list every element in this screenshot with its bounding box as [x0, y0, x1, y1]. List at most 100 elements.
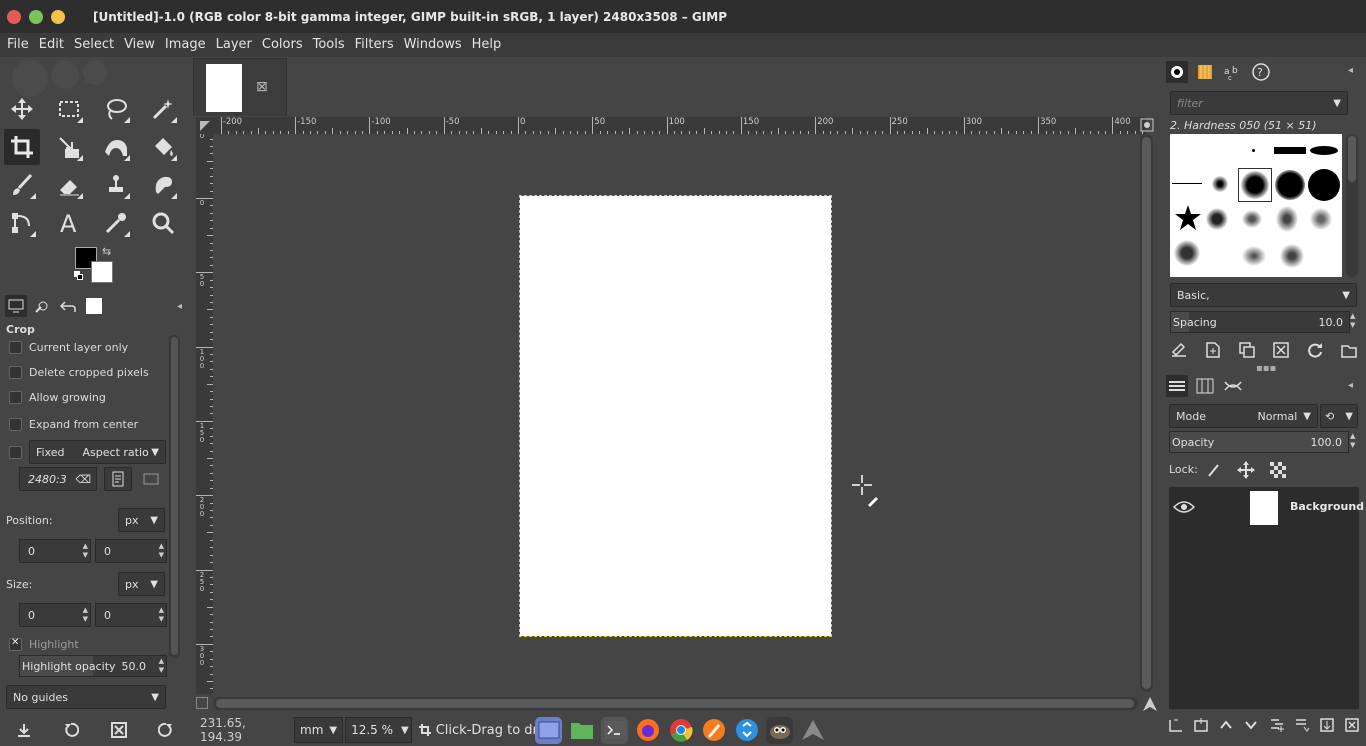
- tab-channels[interactable]: [1194, 375, 1216, 397]
- arch-app[interactable]: [799, 717, 826, 744]
- lock-alpha-icon[interactable]: [1270, 462, 1286, 478]
- menu-file[interactable]: File: [2, 33, 34, 57]
- brush-grid[interactable]: [1170, 134, 1342, 277]
- highlight-opacity-slider[interactable]: Highlight opacity 50.0 ▲ ▼: [19, 655, 167, 677]
- fixed-aspect-combo[interactable]: Fixed Aspect ratio ▼: [29, 440, 166, 464]
- lock-pixels-icon[interactable]: [1206, 462, 1222, 478]
- new-brush-button[interactable]: [1204, 341, 1222, 359]
- landscape-button[interactable]: [139, 467, 165, 491]
- configure-tab-icon[interactable]: ◂: [177, 301, 182, 312]
- tab-device-status[interactable]: [31, 295, 53, 317]
- menu-edit[interactable]: Edit: [34, 33, 69, 57]
- portrait-button[interactable]: [104, 467, 132, 491]
- color-picker-tool[interactable]: [98, 205, 134, 241]
- tab-undo-history[interactable]: [57, 295, 79, 317]
- crop-tool[interactable]: [4, 129, 40, 165]
- files-app[interactable]: [568, 717, 595, 744]
- transform-tool[interactable]: [51, 129, 87, 165]
- fuzzy-select-tool[interactable]: [145, 91, 181, 127]
- zoom-combo[interactable]: 12.5 % ▼: [345, 717, 412, 743]
- image-page[interactable]: [519, 195, 832, 637]
- configure-tab-icon[interactable]: ◂: [1348, 65, 1353, 76]
- firefox-app[interactable]: [634, 717, 661, 744]
- size-width-input[interactable]: 0 ▲ ▼: [19, 603, 91, 627]
- canvas[interactable]: [213, 134, 1138, 694]
- guides-combo[interactable]: No guides ▼: [6, 685, 166, 709]
- zoom-fit-icon[interactable]: [1140, 118, 1154, 132]
- unit-combo[interactable]: mm ▼: [294, 717, 344, 743]
- reset-options-button[interactable]: [158, 722, 174, 738]
- position-x-input[interactable]: 0 ▲ ▼: [19, 539, 91, 563]
- move-tool[interactable]: [4, 91, 40, 127]
- zoom-tool[interactable]: [145, 205, 181, 241]
- new-layer-group-button[interactable]: [1168, 717, 1184, 733]
- menu-filters[interactable]: Filters: [350, 33, 399, 57]
- image-tab[interactable]: ⊠: [193, 58, 287, 116]
- default-colors-icon[interactable]: [74, 271, 83, 280]
- bucket-fill-tool[interactable]: [145, 129, 181, 165]
- delete-cropped-checkbox[interactable]: [9, 366, 22, 379]
- delete-layer-button[interactable]: [1344, 717, 1360, 733]
- menu-select[interactable]: Select: [69, 33, 119, 57]
- desktop-app[interactable]: [535, 716, 562, 744]
- tab-tool-options[interactable]: [5, 295, 27, 317]
- tab-paths[interactable]: [1222, 375, 1244, 397]
- edit-brush-button[interactable]: [1170, 341, 1188, 359]
- menu-tools[interactable]: Tools: [308, 33, 350, 57]
- layer-row-background[interactable]: Background: [1169, 489, 1364, 527]
- anchor-layer-button[interactable]: [1319, 717, 1335, 733]
- swap-colors-icon[interactable]: ⇆: [102, 245, 111, 258]
- gimp-app[interactable]: [766, 716, 793, 744]
- horizontal-scrollbar[interactable]: [213, 697, 1138, 710]
- lock-position-icon[interactable]: [1237, 461, 1255, 479]
- rect-select-tool[interactable]: [51, 91, 87, 127]
- tool-options-scrollbar[interactable]: [169, 335, 180, 658]
- quick-mask-icon[interactable]: [196, 697, 208, 709]
- clone-tool[interactable]: [98, 167, 134, 203]
- raise-layer-button[interactable]: [1218, 717, 1234, 733]
- clear-input-icon[interactable]: ⌫: [75, 473, 91, 486]
- tab-help[interactable]: ?: [1250, 61, 1272, 83]
- ratio-input[interactable]: 2480:3 ⌫: [19, 467, 97, 491]
- eraser-tool[interactable]: [51, 167, 87, 203]
- restore-options-button[interactable]: [63, 722, 80, 738]
- dock-separator-handle[interactable]: ▪▪▪: [1256, 363, 1276, 374]
- brush-grid-scrollbar[interactable]: [1346, 134, 1358, 277]
- background-color-swatch[interactable]: [91, 261, 113, 283]
- brush-preset-combo[interactable]: Basic, ▼: [1170, 283, 1357, 307]
- horizontal-ruler[interactable]: -200 -150 -100 -50 0 50 100 150 200 250 300 350 400: [213, 117, 1146, 134]
- tab-images[interactable]: [83, 295, 105, 317]
- position-unit-combo[interactable]: px ▼: [118, 508, 165, 532]
- menu-windows[interactable]: Windows: [399, 33, 467, 57]
- highlight-checkbox[interactable]: [9, 637, 22, 651]
- position-y-input[interactable]: 0 ▲ ▼: [95, 539, 167, 563]
- composite-mode-combo[interactable]: ⟲ ▼: [1320, 404, 1358, 428]
- lasso-tool[interactable]: [98, 91, 134, 127]
- warp-tool[interactable]: [98, 129, 134, 165]
- smudge-tool[interactable]: [145, 167, 181, 203]
- spacing-stepper[interactable]: ▲ ▼: [1350, 312, 1355, 330]
- configure-tab-icon[interactable]: ◂: [1348, 380, 1353, 391]
- trash-app[interactable]: [733, 717, 760, 744]
- menu-layer[interactable]: Layer: [211, 33, 257, 57]
- expand-center-checkbox[interactable]: [9, 418, 22, 431]
- close-image-icon[interactable]: ⊠: [256, 79, 268, 95]
- menu-image[interactable]: Image: [160, 33, 211, 57]
- paintbrush-tool[interactable]: [4, 167, 40, 203]
- paths-tool[interactable]: [4, 205, 40, 241]
- new-layer-button[interactable]: [1193, 717, 1209, 733]
- navigate-icon[interactable]: [1143, 697, 1157, 711]
- opacity-stepper[interactable]: ▲ ▼: [1350, 432, 1355, 450]
- fixed-checkbox[interactable]: [9, 446, 22, 459]
- tab-patterns[interactable]: [1194, 61, 1216, 83]
- delete-options-button[interactable]: [110, 722, 127, 738]
- maximize-window-button[interactable]: [29, 9, 43, 24]
- terminal-app[interactable]: [601, 716, 628, 744]
- chrome-app[interactable]: [667, 717, 694, 744]
- size-height-input[interactable]: 0 ▲ ▼: [95, 603, 167, 627]
- vertical-ruler[interactable]: 50 0 50 100 150 200 250 300: [196, 134, 213, 694]
- toggle-quick-mask-icon[interactable]: [196, 117, 213, 134]
- delete-brush-button[interactable]: [1272, 341, 1290, 359]
- eye-icon[interactable]: [1173, 499, 1195, 515]
- inkscape-app[interactable]: [700, 717, 727, 744]
